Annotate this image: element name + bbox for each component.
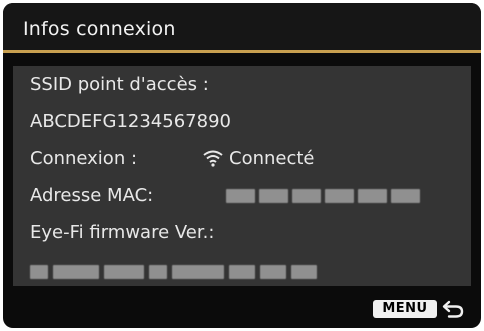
camera-screen: Infos connexion SSID point d'accès : ABC… bbox=[3, 3, 481, 328]
menu-button[interactable]: MENU bbox=[373, 300, 437, 318]
redacted-block bbox=[229, 265, 255, 279]
redacted-block bbox=[292, 189, 321, 203]
connection-status: Connecté bbox=[203, 148, 315, 173]
redacted-block bbox=[30, 265, 48, 279]
redacted-block bbox=[53, 265, 99, 279]
return-arrow-icon[interactable] bbox=[441, 298, 465, 320]
page-title: Infos connexion bbox=[23, 18, 176, 40]
redacted-block bbox=[149, 265, 167, 279]
redacted-block bbox=[259, 189, 288, 203]
redacted-block bbox=[226, 189, 255, 203]
connection-info-panel: SSID point d'accès : ABCDEFG1234567890 C… bbox=[13, 66, 471, 286]
connection-label: Connexion : bbox=[30, 148, 138, 169]
redacted-block bbox=[391, 189, 420, 203]
firmware-version-redacted bbox=[30, 263, 317, 281]
bottom-bar: MENU bbox=[3, 286, 481, 328]
redacted-block bbox=[260, 265, 286, 279]
ssid-value: ABCDEFG1234567890 bbox=[30, 111, 231, 132]
mac-label: Adresse MAC: bbox=[30, 185, 154, 206]
mac-address-redacted bbox=[226, 187, 420, 205]
wifi-icon bbox=[203, 149, 223, 173]
redacted-block bbox=[291, 265, 317, 279]
redacted-block bbox=[325, 189, 354, 203]
ssid-label: SSID point d'accès : bbox=[30, 74, 209, 95]
title-bar: Infos connexion bbox=[3, 3, 481, 53]
redacted-block bbox=[358, 189, 387, 203]
redacted-block bbox=[172, 265, 224, 279]
connection-status-text: Connecté bbox=[229, 148, 315, 169]
redacted-block bbox=[104, 265, 144, 279]
firmware-label: Eye-Fi firmware Ver.: bbox=[30, 222, 215, 243]
